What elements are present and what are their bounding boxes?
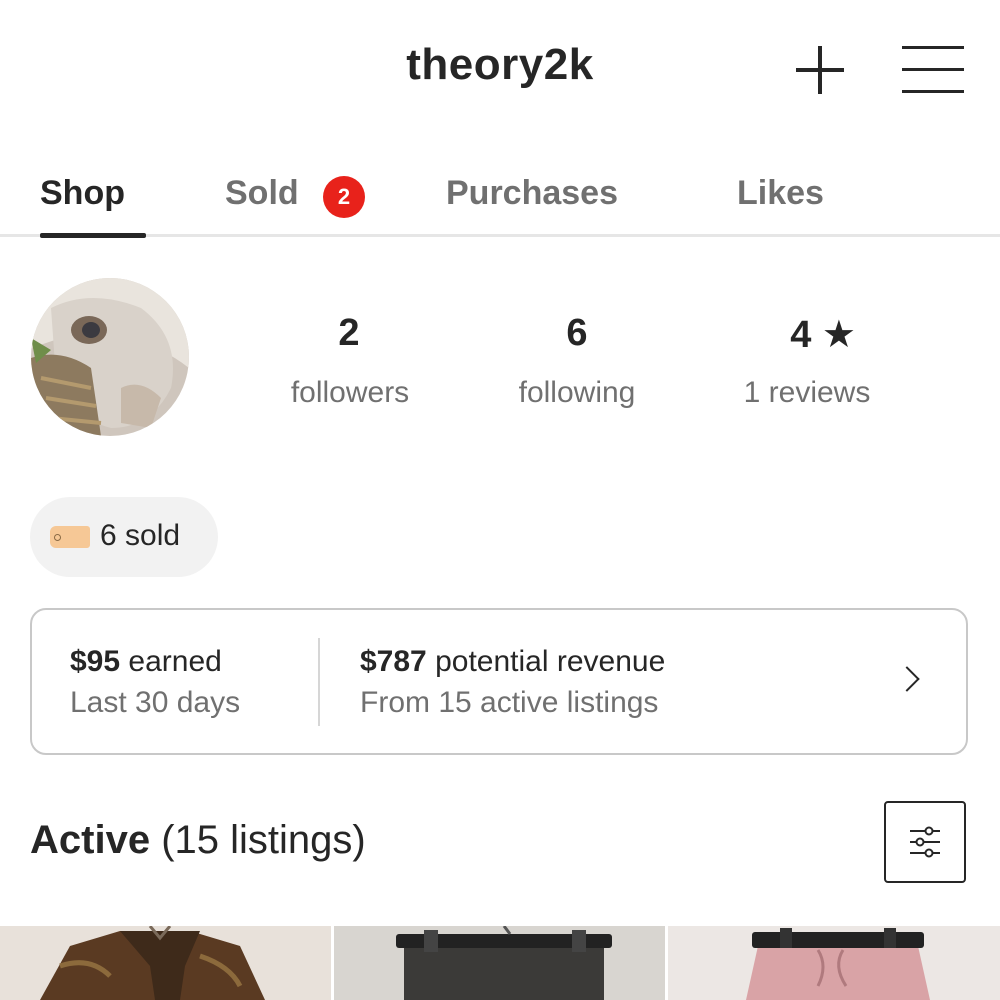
potential-line: $787 potential revenue xyxy=(360,645,665,679)
price-tag-hole xyxy=(54,534,61,541)
tab-shop[interactable]: Shop xyxy=(40,174,125,213)
earned-period: Last 30 days xyxy=(70,686,241,719)
card-divider xyxy=(318,638,320,726)
active-listings-heading: Active (15 listings) xyxy=(30,818,366,863)
earned-line: $95 earned xyxy=(70,645,222,679)
avatar[interactable] xyxy=(31,278,189,436)
plus-icon[interactable] xyxy=(796,46,844,94)
active-tab-indicator xyxy=(40,233,146,238)
listing-thumbnail[interactable] xyxy=(0,926,331,1000)
hamburger-menu-icon[interactable] xyxy=(902,46,964,94)
tab-sold[interactable]: Sold xyxy=(225,174,299,213)
followers-count[interactable]: 2 xyxy=(259,312,439,355)
listing-thumbnail[interactable] xyxy=(334,926,665,1000)
potential-source: From 15 active listings xyxy=(360,686,659,719)
reviews-label[interactable]: 1 reviews xyxy=(697,376,917,410)
followers-label[interactable]: followers xyxy=(240,376,460,410)
filter-sliders-icon xyxy=(910,826,940,858)
active-title: Active xyxy=(30,818,151,862)
potential-label: potential revenue xyxy=(435,645,666,678)
sold-count-badge: 2 xyxy=(323,176,365,218)
listing-thumbnail[interactable] xyxy=(668,926,1000,1000)
rating-number: 4 xyxy=(790,314,812,356)
rating-value[interactable]: 4 ★ xyxy=(706,312,856,357)
username-title: theory2k xyxy=(406,40,594,89)
filter-button[interactable] xyxy=(884,801,966,883)
tab-purchases[interactable]: Purchases xyxy=(446,174,618,213)
tab-divider xyxy=(0,234,1000,237)
star-icon: ★ xyxy=(821,314,856,356)
sold-chip-label: 6 sold xyxy=(100,519,181,552)
active-count: (15 listings) xyxy=(161,818,366,862)
revenue-card[interactable] xyxy=(30,608,968,755)
earned-amount: $95 xyxy=(70,645,121,678)
potential-amount: $787 xyxy=(360,645,427,678)
earned-label: earned xyxy=(128,645,222,678)
following-label[interactable]: following xyxy=(467,376,687,410)
tab-likes[interactable]: Likes xyxy=(737,174,824,213)
following-count[interactable]: 6 xyxy=(487,312,667,355)
